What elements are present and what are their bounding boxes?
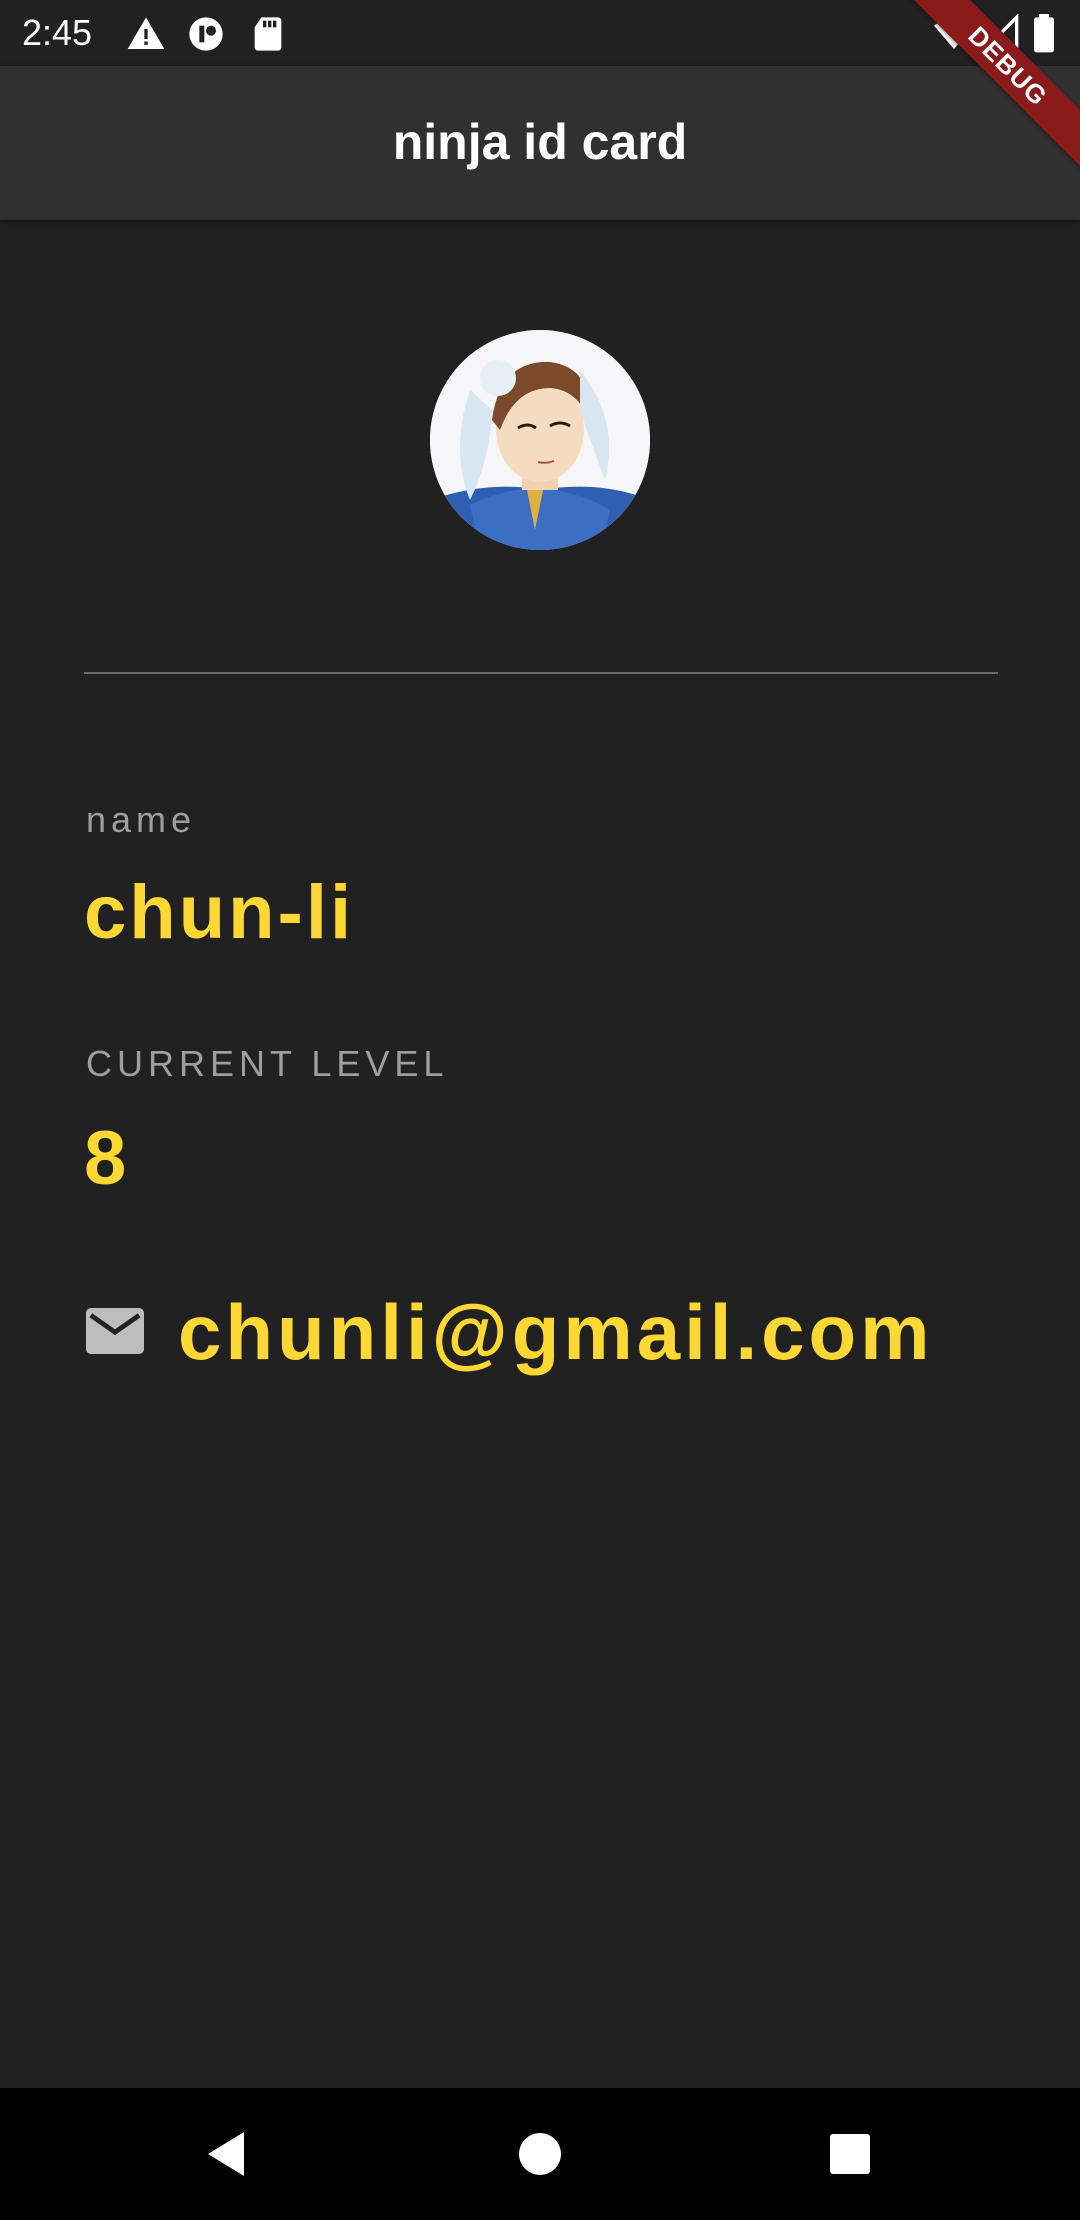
vpn-key-icon (189, 17, 223, 51)
avatar-illustration (430, 330, 650, 550)
status-time: 2:45 (22, 12, 93, 53)
mail-icon (86, 1308, 144, 1354)
screen: 2:45 ninja id card DEBUG name chun-li CU… (0, 0, 1080, 2220)
avatar (430, 330, 650, 550)
status-bar: 2:45 (0, 0, 1080, 66)
home-icon[interactable] (510, 2124, 570, 2184)
name-value: chun-li (84, 870, 355, 955)
app-title: ninja id card (392, 114, 688, 170)
email-text: chunli@gmail.com (178, 1288, 934, 1376)
battery-icon (1034, 14, 1054, 53)
wifi-icon (934, 19, 974, 49)
name-label: name (86, 799, 197, 840)
divider (84, 672, 998, 674)
back-icon[interactable] (196, 2124, 256, 2184)
sd-card-icon (254, 17, 282, 51)
level-label: CURRENT LEVEL (86, 1043, 449, 1084)
app-bar: ninja id card (0, 66, 1080, 220)
warning-icon (127, 17, 165, 49)
signal-icon (980, 14, 1019, 53)
level-value: 8 (84, 1116, 130, 1201)
recents-icon[interactable] (820, 2124, 880, 2184)
nav-bar (0, 2088, 1080, 2220)
